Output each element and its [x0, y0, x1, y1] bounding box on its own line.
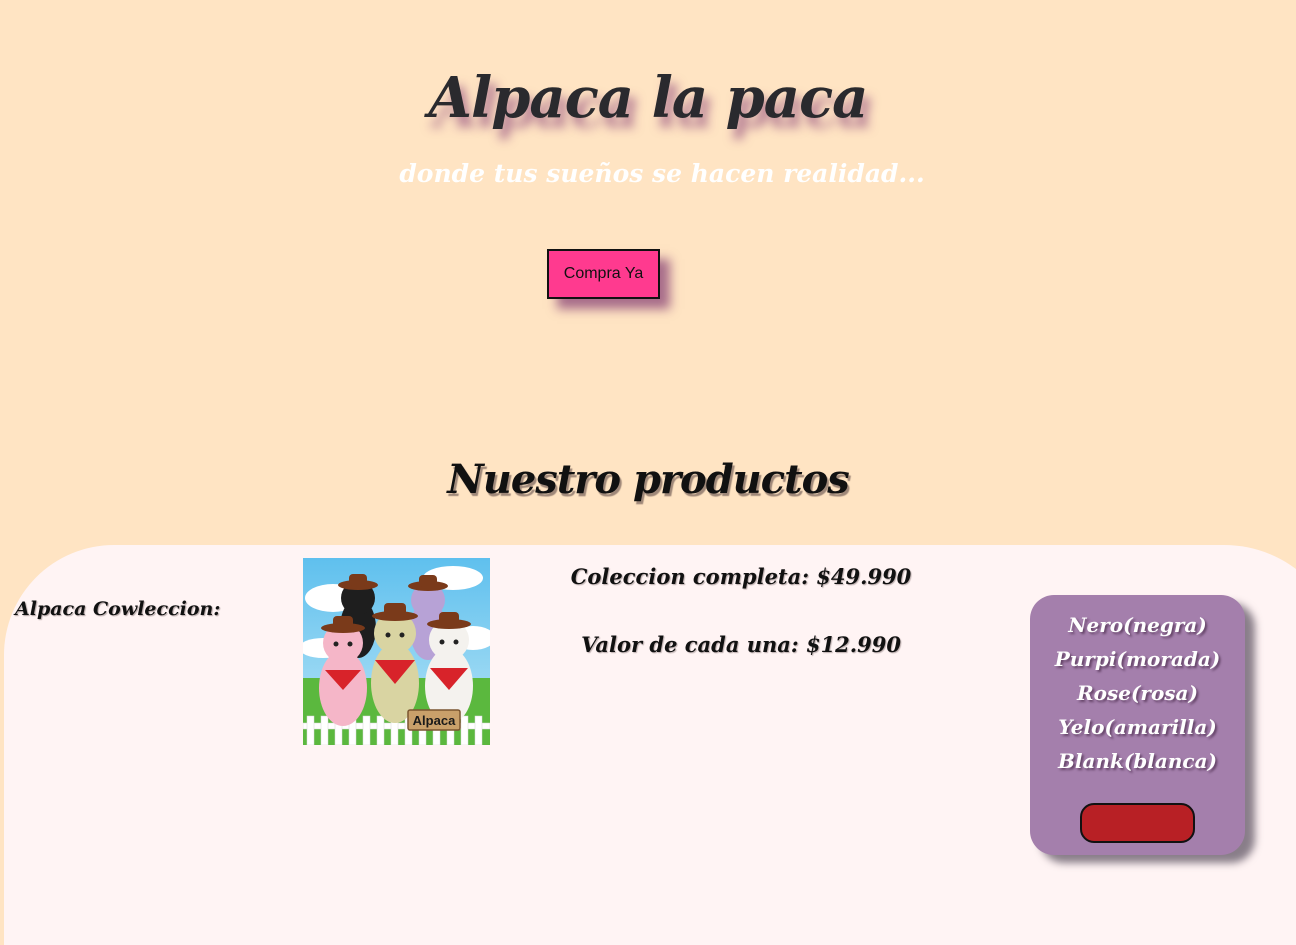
site-tagline: donde tus sueños se hacen realidad...: [399, 159, 925, 188]
product-action-button[interactable]: [1080, 803, 1195, 843]
image-sign-text: Alpaca: [413, 713, 456, 728]
collection-price: Coleccion completa: $49.990: [570, 564, 912, 589]
color-option-purple: Purpi(morada): [1054, 647, 1221, 671]
color-option-pink: Rose(rosa): [1077, 681, 1198, 705]
color-option-yellow: Yelo(amarilla): [1058, 715, 1217, 739]
alpaca-plush-image: Alpaca: [303, 558, 490, 745]
color-option-white: Blank(blanca): [1057, 749, 1217, 773]
color-option-black: Nero(negra): [1068, 613, 1207, 637]
unit-price: Valor de cada una: $12.990: [581, 632, 901, 657]
products-heading: Nuestro productos: [447, 456, 850, 503]
product-name: Alpaca Cowleccion:: [15, 598, 221, 620]
site-title: Alpaca la paca: [428, 65, 869, 131]
buy-now-button[interactable]: Compra Ya: [547, 249, 660, 299]
